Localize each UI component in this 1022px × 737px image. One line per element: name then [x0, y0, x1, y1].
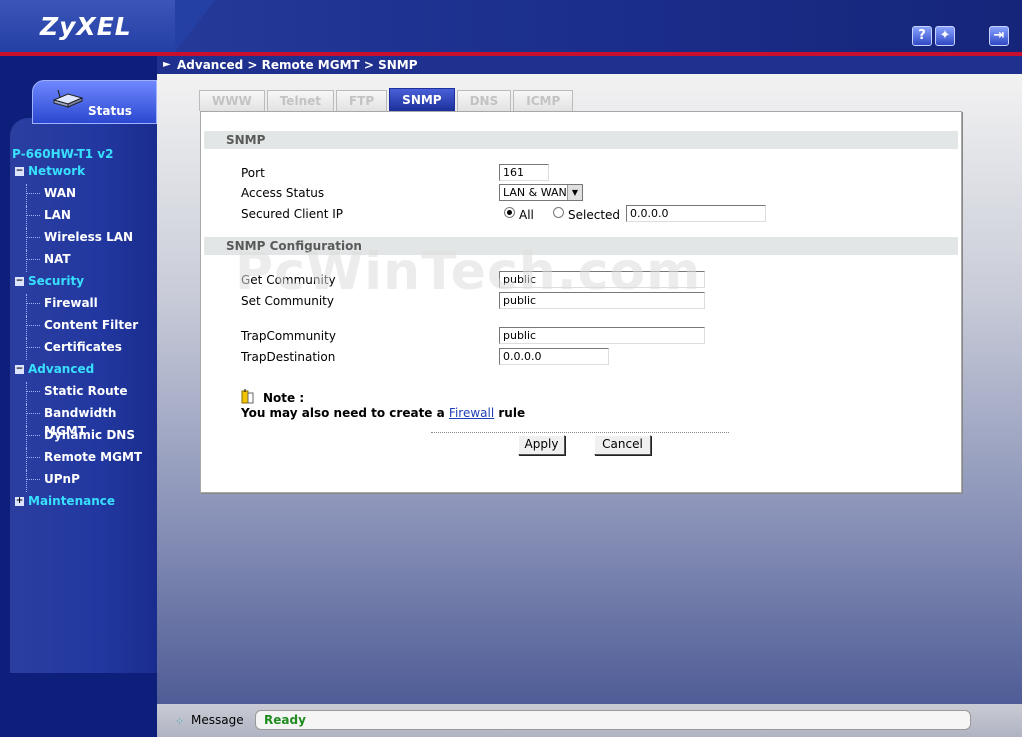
note-icon — [241, 389, 254, 404]
chevron-down-icon: ▼ — [567, 185, 582, 200]
nav-item-certificates[interactable]: Certificates — [12, 338, 157, 360]
nav-item-firewall[interactable]: Firewall — [12, 294, 157, 316]
radio-selected-label: Selected — [568, 208, 621, 222]
note-text-after: rule — [498, 406, 526, 420]
message-label: Message — [191, 713, 244, 727]
get-community-label: Get Community — [241, 273, 336, 287]
message-box: Ready — [255, 710, 971, 730]
nav-item-bandwidth-mgmt[interactable]: Bandwidth MGMT — [12, 404, 157, 438]
trap-community-label: TrapCommunity — [241, 329, 336, 343]
divider — [431, 432, 729, 433]
section-snmp: SNMP — [204, 131, 958, 149]
nav-tree: − Network WAN LAN Wireless LAN NAT − Secur… — [12, 162, 157, 514]
breadcrumb: Advanced > Remote MGMT > SNMP — [177, 58, 418, 72]
tab-bar: WWW Telnet FTP SNMP DNS ICMP — [199, 88, 575, 112]
sidebar: Status P-660HW-T1 v2 − Network WAN LAN Wi… — [0, 56, 157, 737]
apply-button[interactable]: Apply — [518, 435, 565, 455]
status-bar: ⁘ Message Ready — [157, 704, 1022, 737]
tab-icmp[interactable]: ICMP — [513, 90, 574, 111]
zyxel-logo: ZyXEL — [40, 12, 132, 41]
port-label: Port — [241, 166, 265, 180]
access-status-label: Access Status — [241, 186, 325, 200]
nav-item-upnp[interactable]: UPnP — [12, 470, 157, 492]
cancel-button[interactable]: Cancel — [594, 435, 651, 455]
note-title: Note : — [263, 391, 305, 405]
secured-client-ip-label: Secured Client IP — [241, 207, 344, 221]
selected-ip-input[interactable]: 0.0.0.0 — [626, 205, 766, 222]
firewall-link[interactable]: Firewall — [449, 406, 494, 420]
wizard-button[interactable]: ✦ — [935, 26, 955, 46]
help-button[interactable]: ? — [912, 26, 932, 46]
nav-item-wan[interactable]: WAN — [12, 184, 157, 206]
access-status-value: LAN & WAN — [503, 186, 567, 199]
radio-all-label: All — [519, 208, 534, 222]
port-input[interactable]: 161 — [499, 164, 549, 181]
nav-item-nat[interactable]: NAT — [12, 250, 157, 272]
set-community-label: Set Community — [241, 294, 334, 308]
nav-group-network[interactable]: − Network — [12, 162, 157, 184]
tab-snmp[interactable]: SNMP — [389, 88, 455, 111]
question-icon: ? — [918, 28, 926, 43]
nav-item-content-filter[interactable]: Content Filter — [12, 316, 157, 338]
nav-group-advanced[interactable]: − Advanced — [12, 360, 157, 382]
set-community-input[interactable]: public — [499, 292, 705, 309]
nav-group-maintenance[interactable]: + Maintenance — [12, 492, 157, 514]
trap-community-input[interactable]: public — [499, 327, 705, 344]
section-snmp-config: SNMP Configuration — [204, 237, 958, 255]
tab-www[interactable]: WWW — [199, 90, 265, 111]
tab-telnet[interactable]: Telnet — [266, 90, 334, 111]
note-text-before: You may also need to create a — [241, 406, 445, 420]
message-value: Ready — [264, 713, 306, 727]
tab-ftp[interactable]: FTP — [335, 90, 388, 111]
model-name: P-660HW-T1 v2 — [12, 147, 114, 161]
nav-item-remote-mgmt[interactable]: Remote MGMT — [12, 448, 157, 470]
nav-item-wireless-lan[interactable]: Wireless LAN — [12, 228, 157, 250]
breadcrumb-arrow-icon: ► — [163, 59, 171, 70]
logout-icon: ⇥ — [993, 28, 1005, 43]
header: ZyXEL ? ✦ ⇥ — [0, 0, 1022, 52]
nav-item-lan[interactable]: LAN — [12, 206, 157, 228]
note-text: You may also need to create a Firewall r… — [241, 406, 525, 420]
status-label[interactable]: Status — [88, 104, 132, 118]
message-icon: ⁘ — [175, 715, 185, 728]
snmp-panel: SNMP Port 161 Access Status LAN & WAN ▼ … — [200, 111, 962, 493]
get-community-input[interactable]: public — [499, 271, 705, 288]
collapse-icon[interactable]: − — [15, 167, 24, 176]
trap-destination-input[interactable]: 0.0.0.0 — [499, 348, 609, 365]
expand-icon[interactable]: + — [15, 497, 24, 506]
collapse-icon[interactable]: − — [15, 365, 24, 374]
radio-all[interactable] — [504, 207, 515, 218]
logout-button[interactable]: ⇥ — [989, 26, 1009, 46]
main-content: WWW Telnet FTP SNMP DNS ICMP SNMP Port 1… — [157, 74, 1022, 704]
tab-dns[interactable]: DNS — [456, 90, 512, 111]
access-status-select[interactable]: LAN & WAN ▼ — [499, 184, 583, 201]
wizard-icon: ✦ — [939, 28, 951, 43]
breadcrumb-bar: ► Advanced > Remote MGMT > SNMP — [157, 56, 1022, 74]
radio-selected[interactable] — [553, 207, 564, 218]
nav-group-security[interactable]: − Security — [12, 272, 157, 294]
collapse-icon[interactable]: − — [15, 277, 24, 286]
router-icon — [52, 90, 84, 108]
trap-destination-label: TrapDestination — [241, 350, 336, 364]
nav-item-static-route[interactable]: Static Route — [12, 382, 157, 404]
nav-item-dynamic-dns[interactable]: Dynamic DNS — [12, 426, 157, 448]
